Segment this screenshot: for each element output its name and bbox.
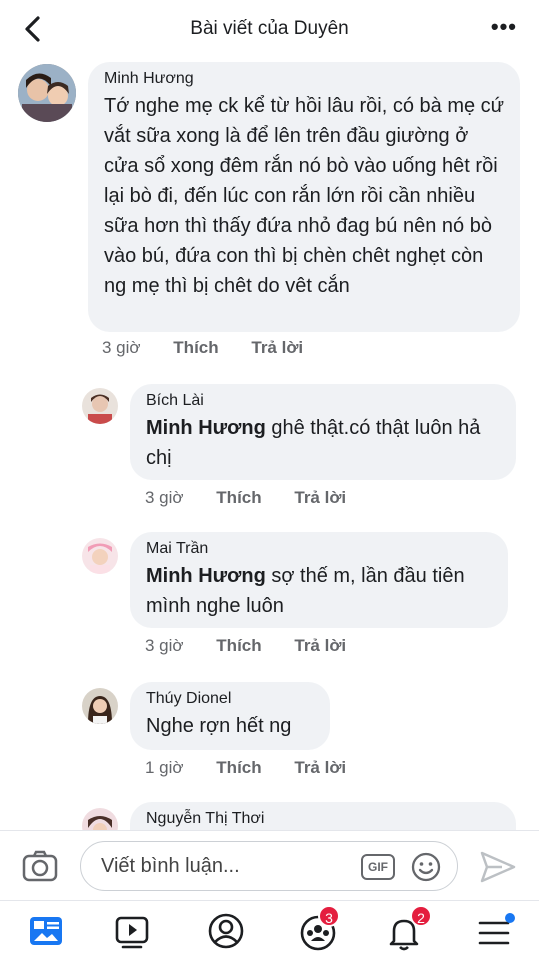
bottom-tab-bar: 3 2 [0, 900, 539, 960]
tab-news-feed[interactable] [24, 909, 68, 953]
like-link[interactable]: Thích [216, 488, 261, 507]
reply-bubble: Thúy Dionel Nghe rợn hết ng [130, 682, 330, 750]
like-link[interactable]: Thích [216, 636, 261, 655]
comment-author[interactable]: Nguyễn Thị Thơi [146, 810, 502, 828]
mention-link[interactable]: Minh Hương [146, 417, 266, 439]
mention-link[interactable]: Minh Hương [146, 565, 266, 587]
send-icon[interactable] [478, 849, 518, 885]
comment-text: Minh Hương sợ thế m, lần đầu tiên mình n… [146, 565, 465, 617]
comment-placeholder: Viết bình luận... [101, 855, 240, 877]
notifications-badge: 2 [410, 905, 432, 927]
emoji-icon[interactable] [411, 852, 441, 882]
avatar[interactable] [82, 688, 118, 724]
gif-button[interactable]: GIF [361, 854, 395, 880]
comment-actions: 3 giờ Thích Trả lời [145, 488, 374, 508]
reply-link[interactable]: Trả lời [294, 758, 346, 777]
comment-bubble: Minh Hương Tớ nghe mẹ ck kể từ hồi lâu r… [88, 62, 520, 332]
comment-author[interactable]: Minh Hương [104, 70, 506, 88]
comment-actions: 3 giờ Thích Trả lời [102, 338, 331, 358]
comment-input[interactable]: Viết bình luận... GIF [80, 841, 458, 891]
comment-actions: 1 giờ Thích Trả lời [145, 758, 374, 778]
avatar[interactable] [82, 388, 118, 424]
comment-author[interactable]: Bích Lài [146, 392, 502, 410]
comment-text: Nghe rợn hết ng [146, 715, 292, 737]
reply-link[interactable]: Trả lời [294, 636, 346, 655]
reply-bubble: Mai Trần Minh Hương sợ thế m, lần đầu ti… [130, 532, 508, 628]
camera-icon[interactable] [22, 848, 58, 884]
tab-watch[interactable] [110, 909, 154, 953]
avatar[interactable] [82, 538, 118, 574]
more-options-icon[interactable]: ••• [491, 14, 517, 40]
comment-text: Minh Hương ghê thật.có thật luôn hả chị [146, 417, 481, 469]
page-title: Bài viết của Duyên [190, 18, 349, 39]
comment-time: 1 giờ [145, 758, 184, 777]
comment-author[interactable]: Thúy Dionel [146, 690, 316, 708]
like-link[interactable]: Thích [173, 338, 218, 357]
comment-text: Tớ nghe mẹ ck kể từ hồi lâu rồi, có bà m… [104, 95, 505, 297]
like-link[interactable]: Thích [216, 758, 261, 777]
tab-profile[interactable] [204, 909, 248, 953]
top-bar: Bài viết của Duyên ••• [0, 0, 539, 58]
reply-link[interactable]: Trả lời [251, 338, 303, 357]
menu-icon[interactable] [472, 909, 516, 953]
comment-time: 3 giờ [102, 338, 141, 357]
comment-time: 3 giờ [145, 636, 184, 655]
reply-link[interactable]: Trả lời [294, 488, 346, 507]
comment-author[interactable]: Mai Trần [146, 540, 494, 558]
comment-time: 3 giờ [145, 488, 184, 507]
avatar[interactable] [18, 64, 76, 122]
groups-badge: 3 [318, 905, 340, 927]
comment-actions: 3 giờ Thích Trả lời [145, 636, 374, 656]
comment-composer: Viết bình luận... GIF [0, 830, 539, 900]
reply-bubble: Bích Lài Minh Hương ghê thật.có thật luô… [130, 384, 516, 480]
